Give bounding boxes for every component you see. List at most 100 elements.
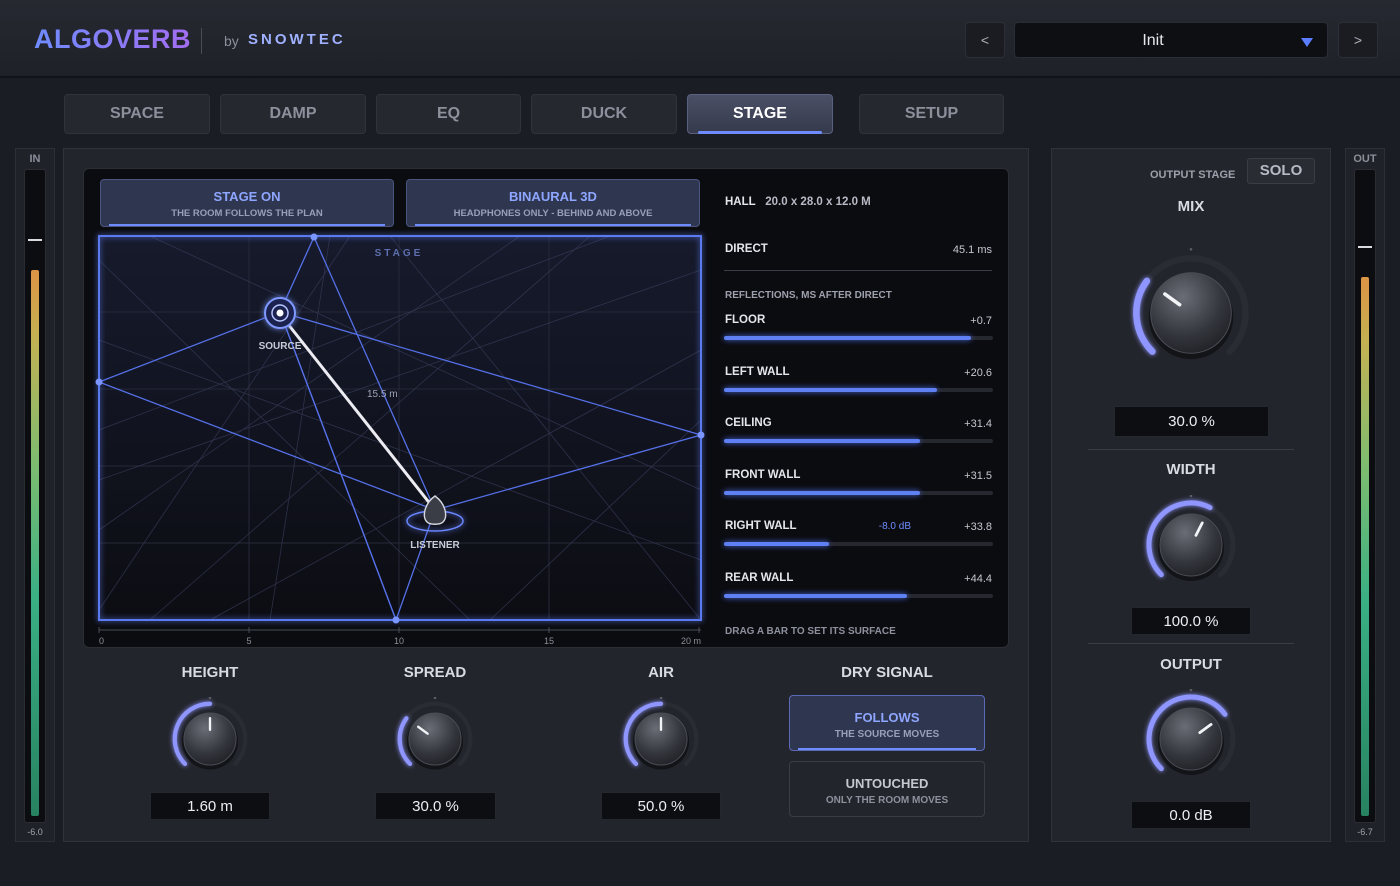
output-stage-title: OUTPUT STAGE: [1150, 169, 1236, 181]
dry-follows-indicator: [798, 748, 976, 750]
stage-on-subtitle: THE ROOM FOLLOWS THE PLAN: [171, 208, 323, 219]
stage-on-title: STAGE ON: [213, 189, 281, 204]
reflection-label: CEILING: [725, 417, 772, 430]
reflection-bar[interactable]: [724, 387, 993, 392]
input-meter-label: IN: [29, 153, 41, 165]
stage-on-toggle[interactable]: STAGE ON THE ROOM FOLLOWS THE PLAN: [100, 179, 394, 227]
dry-untouched-button[interactable]: UNTOUCHED ONLY THE ROOM MOVES: [789, 761, 985, 817]
reflection-bar[interactable]: [724, 439, 993, 444]
hall-label: HALL: [725, 196, 756, 208]
dry-signal-title: DRY SIGNAL: [841, 664, 933, 681]
height-label: HEIGHT: [181, 664, 239, 681]
tab-eq[interactable]: EQ: [376, 94, 521, 134]
input-meter: [24, 169, 46, 823]
knob-body: [1150, 272, 1232, 354]
knob-center-tick: [208, 697, 212, 700]
direct-divider: [724, 270, 992, 271]
next-preset-button[interactable]: >: [1338, 22, 1378, 58]
hall-info: HALL 20.0 x 28.0 x 12.0 M: [725, 196, 871, 208]
reflection-value: +44.4: [964, 573, 992, 585]
spread-value[interactable]: 30.0 %: [375, 792, 496, 820]
knob-center-tick: [1189, 248, 1193, 251]
knob-center-tick: [659, 697, 663, 700]
logo-divider: [201, 28, 202, 54]
input-meter-value: -6.0: [27, 827, 43, 837]
header-bar: ALGOVERB by SNOWTEC < Init >: [0, 0, 1400, 78]
company-name: SNOWTEC: [248, 31, 346, 48]
mix-label: MIX: [1177, 198, 1205, 215]
preset-dropdown[interactable]: Init: [1014, 22, 1328, 58]
stage-plan[interactable]: STAGE 15.5 m SOURCE LISTENER 0 5 10 15 2…: [90, 230, 710, 646]
source-label: SOURCE: [259, 341, 302, 352]
output-knob[interactable]: [1141, 689, 1241, 789]
mix-knob[interactable]: [1126, 248, 1256, 378]
axis-tick-20: 20 m: [681, 636, 701, 646]
hall-dimensions: 20.0 x 28.0 x 12.0 M: [765, 196, 871, 208]
spread-knob[interactable]: [393, 697, 477, 781]
air-value[interactable]: 50.0 %: [601, 792, 721, 820]
reflection-value: +33.8: [964, 521, 992, 534]
prev-preset-button[interactable]: <: [965, 22, 1005, 58]
height-value[interactable]: 1.60 m: [150, 792, 270, 820]
output-meter-level: [1361, 276, 1369, 816]
direct-value: 45.1 ms: [952, 244, 992, 256]
plan-room: [99, 236, 701, 620]
dry-untouched-subtitle: ONLY THE ROOM MOVES: [825, 795, 949, 806]
direct-label: DIRECT: [725, 243, 768, 255]
knob-center-tick: [433, 697, 437, 700]
axis-tick-15: 15: [544, 636, 554, 646]
dry-follows-button[interactable]: FOLLOWS THE SOURCE MOVES: [789, 695, 985, 751]
input-meter-peak: [28, 239, 42, 242]
distance-label: 15.5 m: [367, 389, 398, 400]
output-label: OUTPUT: [1160, 656, 1222, 673]
image-point-bottom: [392, 616, 400, 624]
reflection-label: RIGHT WALL: [725, 520, 797, 533]
axis-tick-0: 0: [99, 636, 104, 646]
surface-hint: DRAG A BAR TO SET ITS SURFACE: [725, 626, 896, 637]
source-handle[interactable]: [264, 297, 296, 329]
tab-damp[interactable]: DAMP: [220, 94, 366, 134]
binaural-toggle[interactable]: BINAURAL 3D HEADPHONES ONLY - BEHIND AND…: [406, 179, 700, 227]
image-point-left: [95, 378, 103, 386]
tab-stage[interactable]: STAGE: [687, 94, 833, 134]
width-knob[interactable]: [1141, 495, 1241, 595]
reflection-value: +31.5: [964, 469, 992, 482]
air-label: AIR: [648, 664, 674, 681]
plan-x-axis: 0 5 10 15 20 m: [98, 627, 701, 646]
tab-setup[interactable]: SETUP: [859, 94, 1004, 134]
output-meter: [1354, 169, 1376, 823]
reflection-label: LEFT WALL: [725, 365, 790, 378]
reflection-bar-fill: [724, 387, 937, 392]
reflection-value: +31.4: [964, 418, 992, 431]
dry-follows-title: FOLLOWS: [854, 710, 920, 725]
output-meter-label: OUT: [1353, 153, 1377, 165]
output-meter-value: -6.7: [1357, 827, 1373, 837]
width-value[interactable]: 100.0 %: [1131, 607, 1251, 635]
app-logo: ALGOVERB: [34, 24, 192, 54]
reflection-label: REAR WALL: [725, 572, 794, 584]
knob-body: [408, 712, 462, 766]
axis-tick-5: 5: [246, 636, 251, 646]
air-knob[interactable]: [619, 697, 703, 781]
binaural-title: BINAURAL 3D: [509, 189, 597, 204]
mix-value[interactable]: 30.0 %: [1114, 406, 1269, 437]
reflection-bar[interactable]: [724, 336, 993, 340]
solo-button[interactable]: SOLO: [1247, 158, 1315, 184]
output-divider-1: [1088, 449, 1294, 450]
binaural-subtitle: HEADPHONES ONLY - BEHIND AND ABOVE: [453, 208, 653, 219]
axis-tick-10: 10: [394, 636, 404, 646]
reflection-bar[interactable]: [724, 490, 993, 495]
reflection-bar[interactable]: [724, 594, 993, 598]
input-meter-level: [31, 270, 39, 816]
tab-space[interactable]: SPACE: [64, 94, 210, 134]
output-value[interactable]: 0.0 dB: [1131, 801, 1251, 829]
reflections-header: REFLECTIONS, MS AFTER DIRECT: [725, 290, 892, 301]
reflection-label: FRONT WALL: [725, 468, 801, 481]
reflection-bar[interactable]: [724, 542, 993, 547]
height-knob[interactable]: [168, 697, 252, 781]
reflection-value: +0.7: [970, 315, 992, 327]
image-point-right: [697, 431, 705, 439]
reflection-bar-fill: [724, 439, 921, 444]
tab-duck[interactable]: DUCK: [531, 94, 677, 134]
knob-body: [1159, 513, 1223, 577]
